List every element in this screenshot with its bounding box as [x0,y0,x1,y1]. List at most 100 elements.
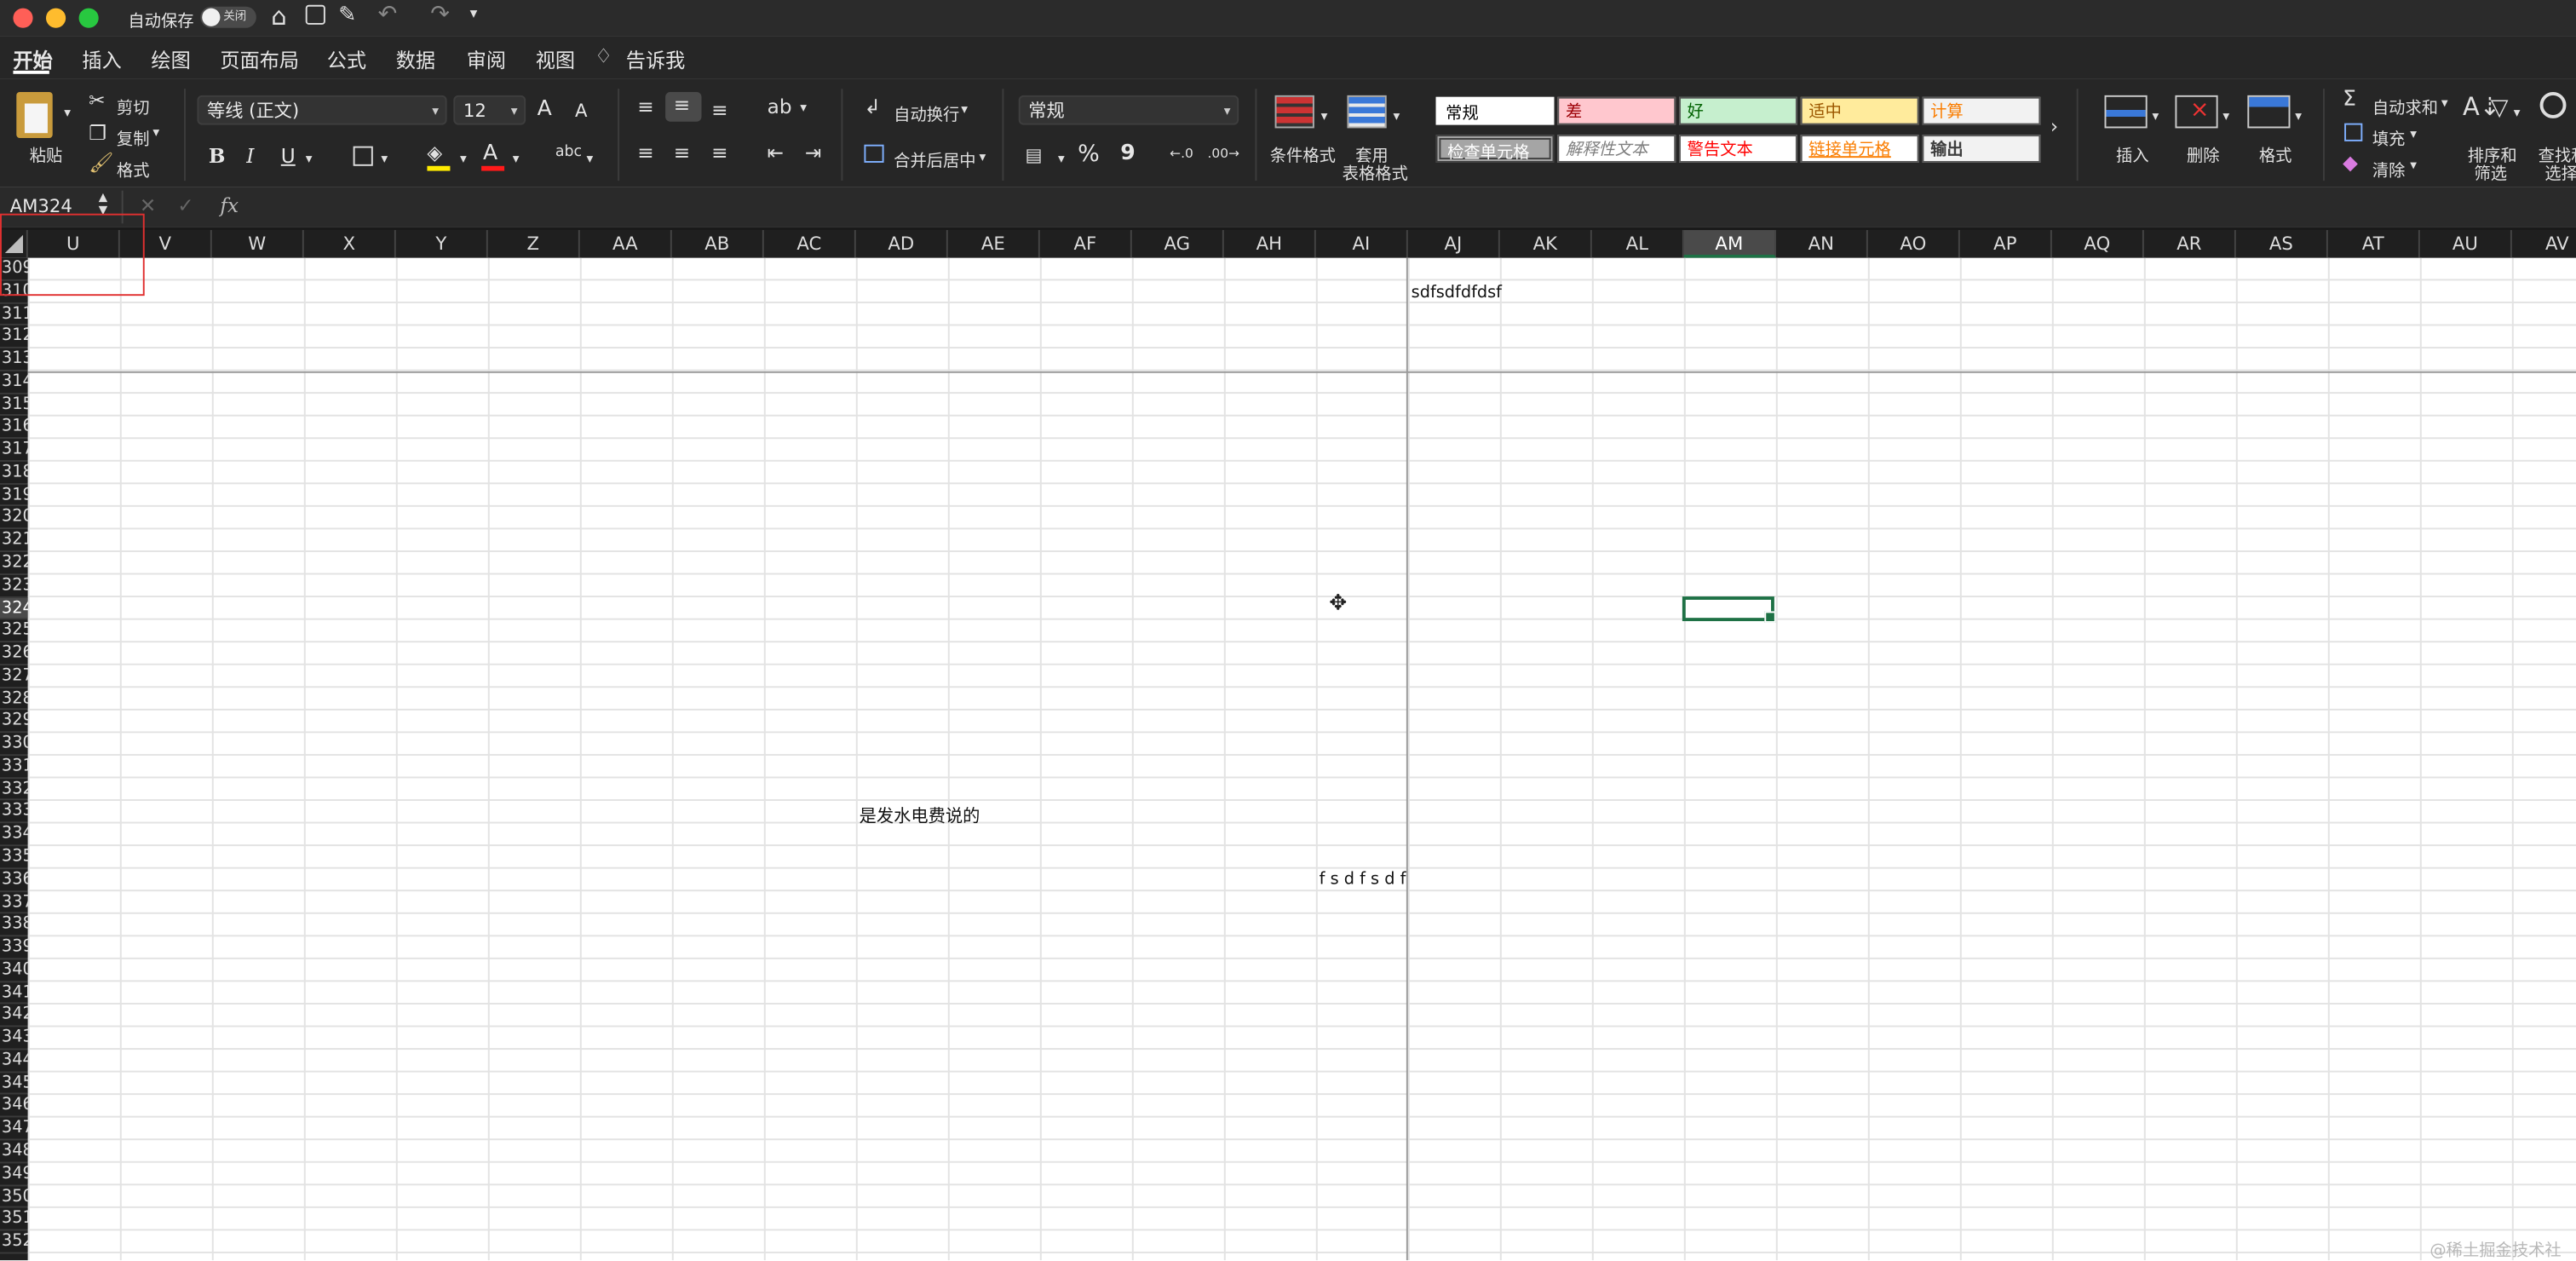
orientation-icon[interactable]: ab [768,95,792,118]
undo-icon[interactable]: ↶ [378,2,398,28]
align-middle-button[interactable]: ≡ [665,92,702,122]
cell-AJ310[interactable]: sdfsdfdfdsf [1412,285,1502,302]
align-top-icon[interactable]: ≡ [637,95,653,118]
column-header-AA[interactable]: AA [580,230,672,258]
italic-button[interactable]: I [246,145,254,168]
cell-AI336[interactable]: f s d f s d f [1320,871,1406,889]
redo-icon[interactable]: ↷ [430,2,450,28]
copy-dropdown-icon[interactable]: ▾ [152,125,159,140]
wrap-dropdown-icon[interactable]: ▾ [961,102,968,117]
fill-handle[interactable] [1764,611,1776,623]
paste-icon[interactable] [16,92,53,139]
align-center-icon[interactable]: ≡ [674,141,690,164]
magnifier-icon[interactable] [2539,92,2567,118]
style-calculation[interactable]: 计算 [1922,96,2041,125]
tell-me-search[interactable]: 告诉我 [626,46,685,74]
style-output[interactable]: 输出 [1922,135,2041,163]
column-header-AB[interactable]: AB [672,230,764,258]
tab-draw[interactable]: 绘图 [151,46,190,74]
row-header-331[interactable]: 331 [0,756,33,779]
edit-icon[interactable]: ✎ [338,3,356,28]
style-neutral[interactable]: 适中 [1800,96,1919,125]
row-header-323[interactable]: 323 [0,575,33,598]
autosum-dropdown-icon[interactable]: ▾ [2441,95,2448,110]
column-header-AC[interactable]: AC [764,230,856,258]
tab-data[interactable]: 数据 [396,46,435,74]
font-color-dropdown-icon[interactable]: ▾ [513,151,520,165]
column-header-Z[interactable]: Z [488,230,580,258]
fill-icon[interactable] [2344,123,2363,141]
formula-input[interactable] [256,191,2576,224]
style-normal[interactable]: 常规 [1435,96,1555,125]
style-check-cell[interactable]: 检查单元格 [1435,135,1555,163]
autosum-button[interactable]: 自动求和 [2372,94,2438,118]
row-header-340[interactable]: 340 [0,959,33,982]
copy-icon[interactable]: ❐ [89,122,106,145]
increase-decimal-icon[interactable]: ←.0 [1170,147,1193,161]
column-header-AD[interactable]: AD [856,230,948,258]
conditional-format-icon[interactable] [1274,95,1314,129]
style-explanatory[interactable]: 解释性文本 [1557,135,1676,163]
cut-button[interactable]: 剪切 [117,94,150,118]
fill-dropdown-icon[interactable]: ▾ [2410,127,2417,141]
row-header-344[interactable]: 344 [0,1050,33,1073]
wrap-text-button[interactable]: 自动换行 [894,101,959,124]
save-icon[interactable] [305,4,325,25]
enter-icon[interactable]: ✓ [177,194,193,217]
row-header-329[interactable]: 329 [0,711,33,734]
row-header-313[interactable]: 313 [0,348,33,371]
decrease-indent-icon[interactable]: ⇤ [768,141,784,164]
column-header-AN[interactable]: AN [1776,230,1868,258]
delete-dropdown-icon[interactable]: ▾ [2222,108,2229,123]
font-name-select[interactable]: 等线 (正文) ▾ [197,95,447,125]
number-format-select[interactable]: 常规 ▾ [1018,95,1239,125]
row-header-343[interactable]: 343 [0,1028,33,1051]
column-header-AF[interactable]: AF [1040,230,1132,258]
style-warning[interactable]: 警告文本 [1679,135,1797,163]
column-header-AS[interactable]: AS [2236,230,2328,258]
row-header-336[interactable]: 336 [0,869,33,892]
row-header-339[interactable]: 339 [0,936,33,960]
style-linked-cell[interactable]: 链接单元格 [1800,135,1919,163]
row-header-337[interactable]: 337 [0,891,33,914]
row-header-338[interactable]: 338 [0,914,33,937]
fill-color-icon[interactable]: ◈ [427,141,442,164]
align-right-icon[interactable]: ≡ [711,141,727,164]
row-header-312[interactable]: 312 [0,325,33,348]
phonetic-dropdown-icon[interactable]: ▾ [587,151,594,165]
column-header-AQ[interactable]: AQ [2052,230,2144,258]
row-header-325[interactable]: 325 [0,620,33,643]
format-painter-icon[interactable]: 🖌 [89,151,113,174]
row-header-328[interactable]: 328 [0,688,33,711]
borders-icon[interactable] [353,146,373,166]
style-good[interactable]: 好 [1679,96,1797,125]
insert-function-button[interactable]: fx [220,194,239,217]
row-header-315[interactable]: 315 [0,394,33,417]
row-header-346[interactable]: 346 [0,1095,33,1118]
row-header-352[interactable]: 352 [0,1231,33,1254]
column-header-AJ[interactable]: AJ [1408,230,1500,258]
merge-icon[interactable] [864,144,884,163]
tab-insert[interactable]: 插入 [82,46,121,74]
row-header-317[interactable]: 317 [0,439,33,462]
column-header-AM[interactable]: AM [1683,230,1776,258]
format-dropdown-icon[interactable]: ▾ [2295,108,2302,123]
row-header-345[interactable]: 345 [0,1073,33,1096]
row-header-348[interactable]: 348 [0,1140,33,1164]
row-header-332[interactable]: 332 [0,779,33,802]
table-format-icon[interactable] [1347,95,1387,129]
column-header-AT[interactable]: AT [2328,230,2420,258]
active-cell-selection[interactable] [1682,596,1776,623]
cell-grid[interactable]: sdfsdfdfdsf 是发水电费说的 f s d f s d f ✥ @稀土掘… [27,257,2576,1261]
align-left-icon[interactable]: ≡ [637,141,653,164]
home-icon[interactable]: ⌂ [271,2,286,32]
row-header-316[interactable]: 316 [0,417,33,440]
scissors-icon[interactable]: ✂ [89,89,105,112]
conditional-dropdown-icon[interactable]: ▾ [1321,108,1328,123]
bold-button[interactable]: B [209,145,226,168]
customize-toolbar-icon[interactable]: ▾ [470,7,478,23]
column-header-AH[interactable]: AH [1224,230,1316,258]
row-header-351[interactable]: 351 [0,1208,33,1231]
row-header-335[interactable]: 335 [0,846,33,869]
merge-center-button[interactable]: 合并后居中 [894,147,975,170]
